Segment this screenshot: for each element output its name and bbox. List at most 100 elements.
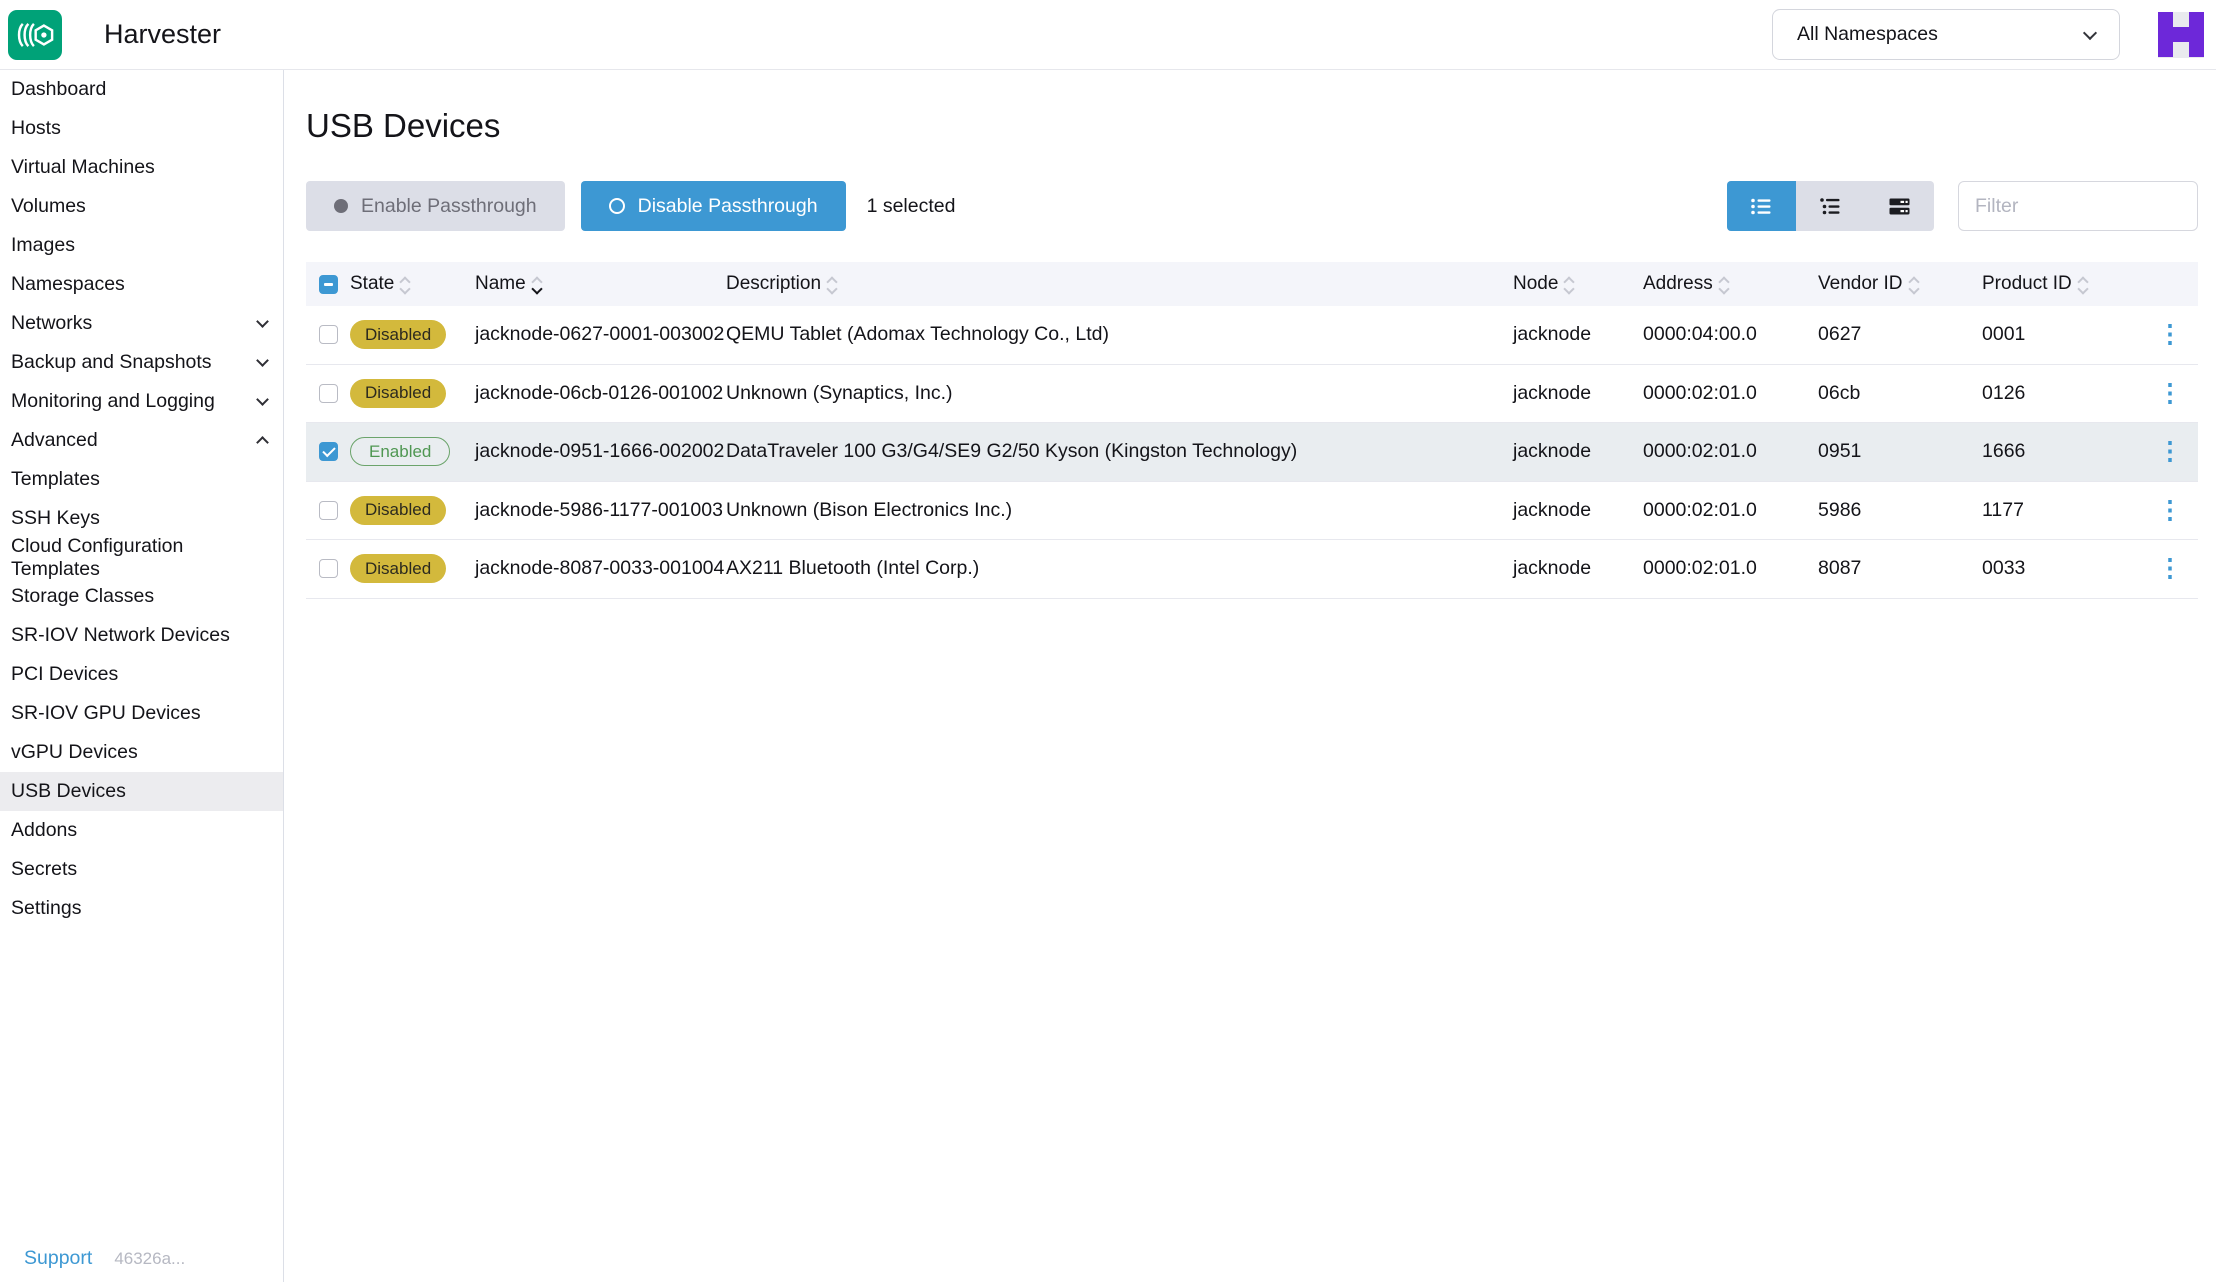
sort-icon (401, 275, 409, 293)
device-description: QEMU Tablet (Adomax Technology Co., Ltd) (726, 323, 1513, 346)
sidebar-item[interactable]: Storage Classes (0, 577, 283, 616)
sidebar-item[interactable]: vGPU Devices (0, 733, 283, 772)
sidebar-item-label: Advanced (11, 429, 98, 452)
sidebar-item[interactable]: Networks (0, 304, 283, 343)
column-header-node[interactable]: Node (1513, 273, 1643, 295)
row-checkbox[interactable] (319, 559, 338, 578)
sort-icon (1565, 275, 1573, 293)
grouped-list-view-button[interactable] (1796, 181, 1865, 231)
column-header-state[interactable]: State (350, 273, 475, 295)
filled-circle-icon (334, 199, 348, 213)
device-address: 0000:02:01.0 (1643, 382, 1818, 405)
sidebar-item-label: SR-IOV GPU Devices (11, 702, 201, 725)
sidebar-item[interactable]: SR-IOV Network Devices (0, 616, 283, 655)
sidebar-item-label: Namespaces (11, 273, 125, 296)
sidebar-item[interactable]: USB Devices (0, 772, 283, 811)
table-row[interactable]: Disabled jacknode-06cb-0126-001002 Unkno… (306, 365, 2198, 424)
sidebar-item[interactable]: Virtual Machines (0, 148, 283, 187)
list-view-icon (1751, 198, 1772, 215)
device-name: jacknode-0627-0001-003002 (475, 323, 726, 346)
disable-passthrough-button[interactable]: Disable Passthrough (581, 181, 846, 231)
device-product-id: 0033 (1982, 557, 2142, 580)
list-view-button[interactable] (1727, 181, 1796, 231)
support-link[interactable]: Support (24, 1247, 92, 1270)
sidebar-item[interactable]: PCI Devices (0, 655, 283, 694)
device-vendor-id: 0627 (1818, 323, 1982, 346)
chevron-icon (256, 393, 269, 406)
sidebar-item-label: SSH Keys (11, 507, 100, 530)
sidebar-item[interactable]: Volumes (0, 187, 283, 226)
device-vendor-id: 5986 (1818, 499, 1982, 522)
row-actions-menu[interactable]: ⋮ (2158, 322, 2183, 347)
device-node: jacknode (1513, 323, 1643, 346)
column-header-product-id[interactable]: Product ID (1982, 273, 2142, 295)
sidebar-item[interactable]: Secrets (0, 850, 283, 889)
device-address: 0000:02:01.0 (1643, 557, 1818, 580)
namespace-selector[interactable]: All Namespaces (1772, 9, 2120, 60)
filter-input[interactable] (1958, 181, 2198, 231)
status-badge: Disabled (350, 320, 446, 349)
device-name: jacknode-5986-1177-001003 (475, 499, 726, 522)
row-actions-menu[interactable]: ⋮ (2158, 556, 2183, 581)
sidebar-item[interactable]: Images (0, 226, 283, 265)
status-badge: Disabled (350, 554, 446, 583)
device-vendor-id: 0951 (1818, 440, 1982, 463)
column-header-vendor-id[interactable]: Vendor ID (1818, 273, 1982, 295)
sidebar-item-label: Backup and Snapshots (11, 351, 212, 374)
sidebar-item[interactable]: Cloud Configuration Templates (0, 538, 283, 577)
sidebar-item[interactable]: SR-IOV GPU Devices (0, 694, 283, 733)
sidebar-item-label: Cloud Configuration Templates (11, 535, 267, 581)
harvester-logo-icon[interactable] (8, 10, 62, 60)
sort-icon (828, 275, 836, 293)
sidebar-item-label: Storage Classes (11, 585, 154, 608)
sidebar-item[interactable]: Dashboard (0, 70, 283, 109)
sort-icon (2079, 275, 2087, 293)
row-checkbox[interactable] (319, 384, 338, 403)
table-row[interactable]: Enabled jacknode-0951-1666-002002 DataTr… (306, 423, 2198, 482)
sort-icon (533, 275, 541, 293)
select-all-checkbox[interactable] (319, 275, 338, 294)
chevron-down-icon (2083, 25, 2097, 39)
device-description: Unknown (Bison Electronics Inc.) (726, 499, 1513, 522)
sidebar-item[interactable]: Addons (0, 811, 283, 850)
page-title: USB Devices (306, 106, 2198, 146)
sidebar-item[interactable]: Backup and Snapshots (0, 343, 283, 382)
table-row[interactable]: Disabled jacknode-8087-0033-001004 AX211… (306, 540, 2198, 599)
sidebar-item-label: Hosts (11, 117, 61, 140)
column-header-description[interactable]: Description (726, 273, 1513, 295)
user-avatar[interactable] (2158, 12, 2204, 58)
row-actions-menu[interactable]: ⋮ (2158, 381, 2183, 406)
row-checkbox[interactable] (319, 325, 338, 344)
card-view-button[interactable] (1865, 181, 1934, 231)
column-header-name[interactable]: Name (475, 273, 726, 295)
table-row[interactable]: Disabled jacknode-0627-0001-003002 QEMU … (306, 306, 2198, 365)
row-checkbox[interactable] (319, 442, 338, 461)
sidebar-item[interactable]: Namespaces (0, 265, 283, 304)
device-node: jacknode (1513, 382, 1643, 405)
sidebar-item[interactable]: Monitoring and Logging (0, 382, 283, 421)
device-description: Unknown (Synaptics, Inc.) (726, 382, 1513, 405)
sidebar-item-label: Volumes (11, 195, 86, 218)
select-all-cell (306, 275, 350, 294)
sidebar-item-label: vGPU Devices (11, 741, 138, 764)
device-vendor-id: 06cb (1818, 382, 1982, 405)
column-header-address[interactable]: Address (1643, 273, 1818, 295)
sidebar-item[interactable]: Templates (0, 460, 283, 499)
row-actions-menu[interactable]: ⋮ (2158, 498, 2183, 523)
table-header: State Name Description Node Address Vend… (306, 262, 2198, 306)
sidebar-item-label: PCI Devices (11, 663, 118, 686)
sidebar-item[interactable]: SSH Keys (0, 499, 283, 538)
sidebar-item-label: Networks (11, 312, 92, 335)
device-address: 0000:02:01.0 (1643, 499, 1818, 522)
device-product-id: 0001 (1982, 323, 2142, 346)
sidebar-item[interactable]: Settings (0, 889, 283, 928)
row-checkbox[interactable] (319, 501, 338, 520)
sidebar-item[interactable]: Advanced (0, 421, 283, 460)
enable-passthrough-button[interactable]: Enable Passthrough (306, 181, 565, 231)
status-badge: Disabled (350, 496, 446, 525)
row-actions-menu[interactable]: ⋮ (2158, 439, 2183, 464)
sidebar-item-label: Monitoring and Logging (11, 390, 215, 413)
sidebar-item[interactable]: Hosts (0, 109, 283, 148)
table-row[interactable]: Disabled jacknode-5986-1177-001003 Unkno… (306, 482, 2198, 541)
sidebar: Dashboard Hosts Virtual Machines Volumes… (0, 70, 284, 1282)
